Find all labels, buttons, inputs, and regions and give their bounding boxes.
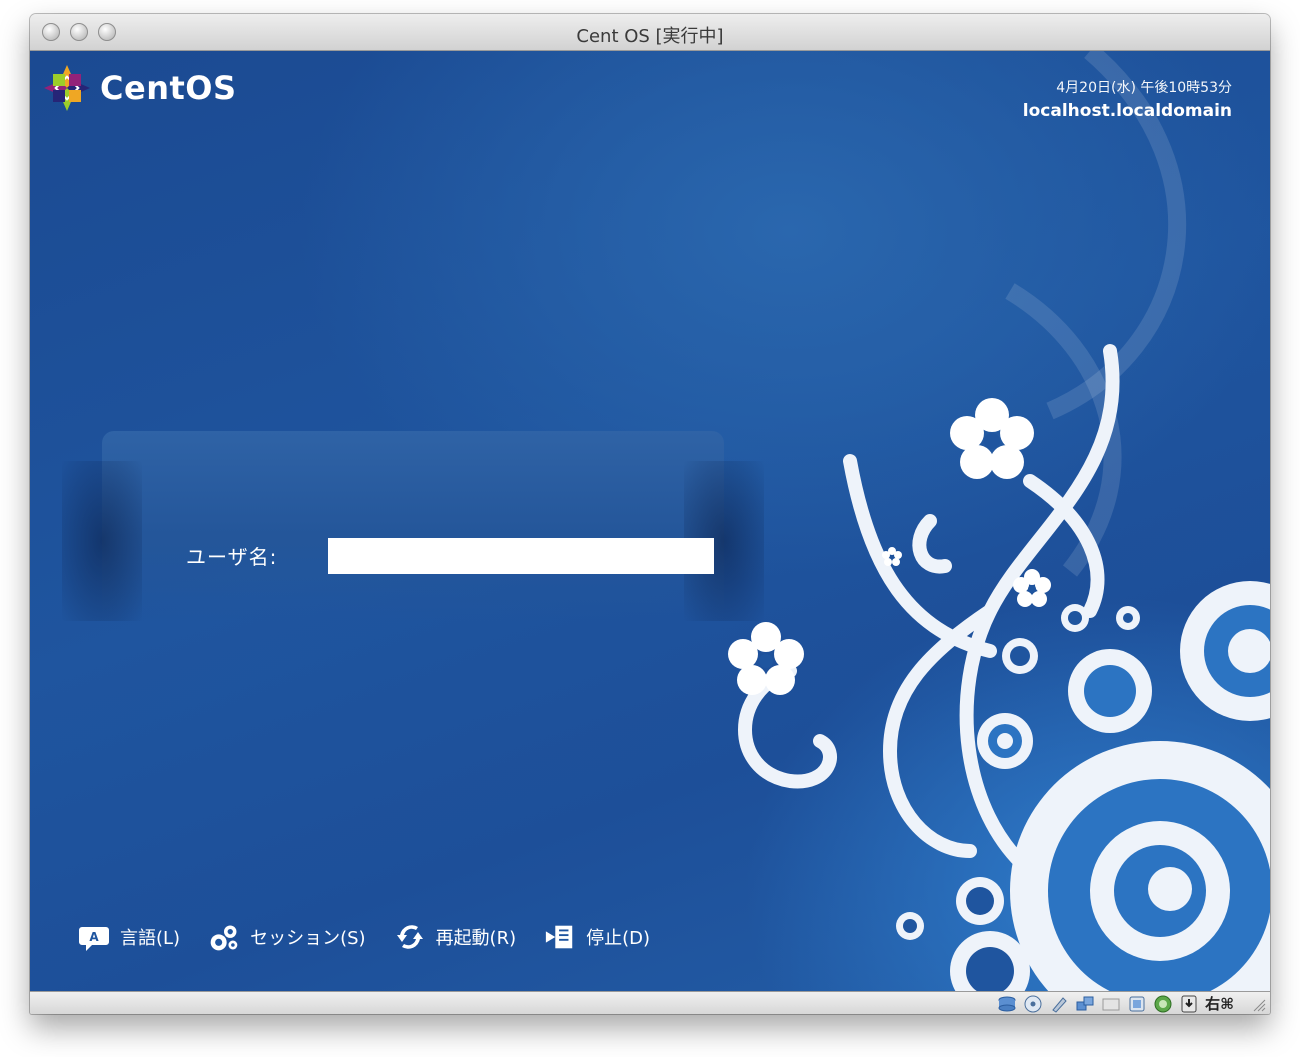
- guest-screen[interactable]: CentOS 4月20日(水) 午後10時53分 localhost.local…: [30, 51, 1270, 991]
- hostname: localhost.localdomain: [1022, 101, 1232, 121]
- clock-area: 4月20日(水) 午後10時53分 localhost.localdomain: [1023, 77, 1232, 121]
- language-icon: A: [78, 921, 110, 953]
- session-button[interactable]: セッション(S): [208, 921, 366, 953]
- usb-icon[interactable]: [1049, 994, 1069, 1014]
- date-time: 4月20日(水) 午後10時53分: [1056, 80, 1232, 96]
- status-icons: 右⌘: [991, 993, 1234, 1014]
- login-actions-bar: A 言語(L) セッション(S) 再起動(R) 停止(D): [78, 921, 678, 953]
- host-key-label: 右⌘: [1205, 995, 1234, 1013]
- svg-text:A: A: [89, 930, 99, 944]
- language-label: 言語(L): [120, 928, 181, 949]
- login-panel: [62, 431, 764, 621]
- session-gears-icon: [208, 921, 240, 953]
- centos-logo-icon: [44, 65, 90, 111]
- restart-button[interactable]: 再起動(R): [394, 921, 517, 953]
- username-label: ユーザ名:: [186, 545, 278, 569]
- hard-disk-icon[interactable]: [997, 994, 1017, 1014]
- shutdown-button[interactable]: 停止(D): [544, 921, 650, 953]
- virtualization-icon[interactable]: [1153, 994, 1173, 1014]
- network-icon[interactable]: [1075, 994, 1095, 1014]
- shutdown-label: 停止(D): [586, 928, 651, 949]
- centos-logo-text: CentOS: [100, 69, 237, 107]
- restart-icon: [394, 921, 426, 953]
- shared-folders-icon[interactable]: [1101, 994, 1121, 1014]
- language-button[interactable]: A 言語(L): [78, 921, 180, 953]
- session-label: セッション(S): [250, 928, 366, 949]
- centos-logo: CentOS: [42, 63, 237, 113]
- window-title: Cent OS [実行中]: [576, 26, 724, 47]
- vm-status-bar: 右⌘: [30, 991, 1270, 1014]
- title-bar[interactable]: Cent OS [実行中]: [30, 14, 1270, 51]
- cd-dvd-icon[interactable]: [1023, 994, 1043, 1014]
- virtualbox-window: Cent OS [実行中] CentOS 4月20日(水) 午後10時53分 l…: [30, 14, 1270, 1014]
- mouse-integration-icon[interactable]: [1179, 994, 1199, 1014]
- resize-grip-icon[interactable]: [1252, 998, 1266, 1012]
- shutdown-icon: [544, 921, 576, 953]
- username-input[interactable]: [328, 538, 714, 574]
- display-icon[interactable]: [1127, 994, 1147, 1014]
- restart-label: 再起動(R): [435, 928, 517, 949]
